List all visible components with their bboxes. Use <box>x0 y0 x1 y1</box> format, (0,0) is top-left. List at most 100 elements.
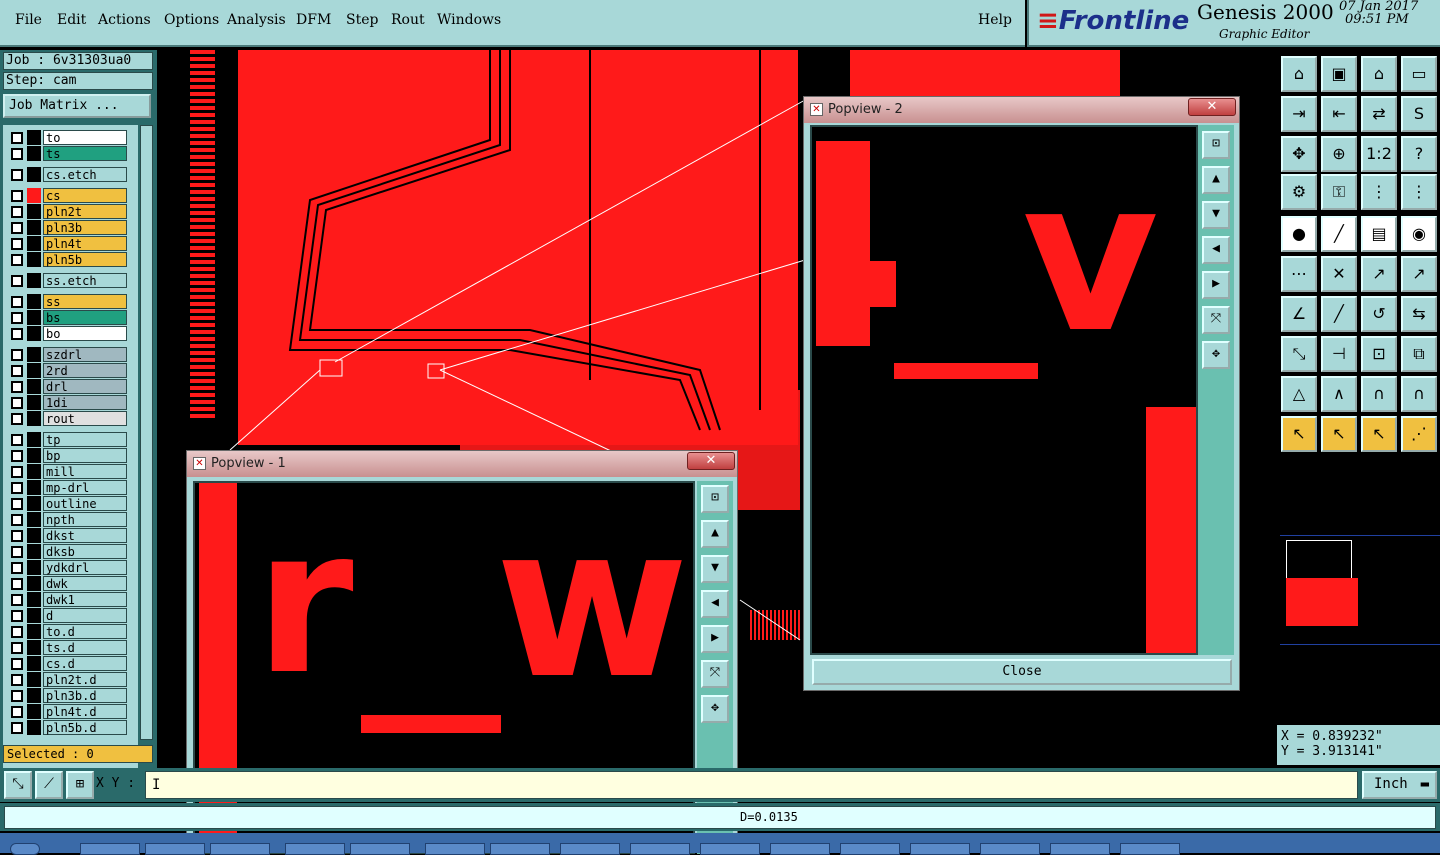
layer-checkbox[interactable] <box>11 206 23 218</box>
center-box-icon[interactable]: ⊡ <box>1361 336 1397 372</box>
split-icon[interactable]: ⊣ <box>1321 336 1357 372</box>
layer-name[interactable]: mp-drl <box>43 480 127 495</box>
pan-up-icon[interactable]: ▲ <box>1202 166 1230 194</box>
layer-row[interactable]: npth <box>7 512 128 527</box>
layer-row[interactable]: pln3b <box>7 220 128 235</box>
layer-row[interactable]: dwk <box>7 576 128 591</box>
pan-right-icon[interactable]: ▶ <box>1202 271 1230 299</box>
layer-name[interactable]: pln5b.d <box>43 720 127 735</box>
task-item[interactable] <box>145 843 205 855</box>
angle-icon[interactable]: ∠ <box>1281 296 1317 332</box>
layer-name[interactable]: cs <box>43 188 127 203</box>
layer-row[interactable]: szdrl <box>7 347 128 362</box>
pan-down-icon[interactable]: ▼ <box>701 555 729 583</box>
layer-row[interactable]: cs.etch <box>7 167 128 182</box>
layer-row[interactable]: outline <box>7 496 128 511</box>
layer-color-swatch[interactable] <box>27 688 41 703</box>
zoom-in-icon[interactable]: ⤧ <box>1202 306 1230 334</box>
menu-help[interactable]: Help <box>978 12 1012 28</box>
layer-color-swatch[interactable] <box>27 640 41 655</box>
layer-color-swatch[interactable] <box>27 411 41 426</box>
layer-color-swatch[interactable] <box>27 464 41 479</box>
copy-icon[interactable]: ↗ <box>1401 256 1437 292</box>
popview-2-close-button[interactable]: Close <box>812 659 1232 685</box>
layer-name[interactable]: outline <box>43 496 127 511</box>
layer-checkbox[interactable] <box>11 674 23 686</box>
layer-color-swatch[interactable] <box>27 294 41 309</box>
layer-row[interactable]: d <box>7 608 128 623</box>
layer-name[interactable]: pln3b <box>43 220 127 235</box>
pan-right-icon[interactable]: ▶ <box>701 625 729 653</box>
layer-name[interactable]: dwk1 <box>43 592 127 607</box>
layer-color-swatch[interactable] <box>27 146 41 161</box>
layer-color-swatch[interactable] <box>27 167 41 182</box>
layer-color-swatch[interactable] <box>27 704 41 719</box>
layer-color-swatch[interactable] <box>27 720 41 735</box>
task-item[interactable] <box>560 843 620 855</box>
layer-row[interactable]: bp <box>7 448 128 463</box>
layer-checkbox[interactable] <box>11 562 23 574</box>
center-icon[interactable]: ⊕ <box>1321 136 1357 172</box>
layer-color-swatch[interactable] <box>27 310 41 325</box>
layer-name[interactable]: bp <box>43 448 127 463</box>
layer-name[interactable]: d <box>43 608 127 623</box>
task-item[interactable] <box>425 843 485 855</box>
layer-name[interactable]: ss.etch <box>43 273 127 288</box>
menu-options[interactable]: Options <box>164 12 219 28</box>
popview-2-viewport[interactable]: v <box>810 125 1198 655</box>
layer-color-swatch[interactable] <box>27 363 41 378</box>
layer-row[interactable]: pln4t <box>7 236 128 251</box>
layer-row[interactable]: 2rd <box>7 363 128 378</box>
layer-row[interactable]: pln4t.d <box>7 704 128 719</box>
layer-color-swatch[interactable] <box>27 560 41 575</box>
layer-name[interactable]: rout <box>43 411 127 426</box>
layer-checkbox[interactable] <box>11 296 23 308</box>
layer-name[interactable]: pln4t <box>43 236 127 251</box>
xy-input[interactable]: I <box>145 771 1358 799</box>
net2-icon[interactable]: ⋮ <box>1401 174 1437 210</box>
connect-icon[interactable]: ⋯ <box>1281 256 1317 292</box>
pointer-circle-icon[interactable]: ↖ <box>1361 416 1397 452</box>
layer-name[interactable]: pln2t.d <box>43 672 127 687</box>
layer-name[interactable]: pln2t <box>43 204 127 219</box>
key-icon[interactable]: ⚿ <box>1321 174 1357 210</box>
popview-2-titlebar[interactable]: ✕ Popview - 2 <box>804 97 1239 123</box>
layer-row[interactable]: pln2t.d <box>7 672 128 687</box>
popview-1-close-icon[interactable]: ✕ <box>687 452 735 470</box>
layer-color-swatch[interactable] <box>27 496 41 511</box>
snap-icon[interactable]: ⤡ <box>4 771 32 799</box>
step-in-icon[interactable]: ⇥ <box>1281 96 1317 132</box>
layer-row[interactable]: ts.d <box>7 640 128 655</box>
layer-row[interactable]: mp-drl <box>7 480 128 495</box>
layer-checkbox[interactable] <box>11 578 23 590</box>
layer-checkbox[interactable] <box>11 132 23 144</box>
layer-checkbox[interactable] <box>11 722 23 734</box>
layer-checkbox[interactable] <box>11 658 23 670</box>
group-icon[interactable]: ⧉ <box>1401 336 1437 372</box>
menu-analysis[interactable]: Analysis <box>227 12 286 28</box>
dot-icon[interactable]: ◉ <box>1401 216 1437 252</box>
peak-icon[interactable]: ∧ <box>1321 376 1357 412</box>
pad-icon[interactable]: ● <box>1281 216 1317 252</box>
layer-name[interactable]: tp <box>43 432 127 447</box>
layer-color-swatch[interactable] <box>27 528 41 543</box>
task-item[interactable] <box>350 843 410 855</box>
layer-color-swatch[interactable] <box>27 512 41 527</box>
layer-color-swatch[interactable] <box>27 608 41 623</box>
layer-row[interactable]: pln3b.d <box>7 688 128 703</box>
start-button[interactable] <box>10 843 40 855</box>
ruler-icon[interactable]: ▤ <box>1361 216 1397 252</box>
layer-row[interactable]: pln2t <box>7 204 128 219</box>
layer-checkbox[interactable] <box>11 530 23 542</box>
layer-checkbox[interactable] <box>11 413 23 425</box>
layer-checkbox[interactable] <box>11 169 23 181</box>
layer-checkbox[interactable] <box>11 381 23 393</box>
layer-color-swatch[interactable] <box>27 252 41 267</box>
layer-name[interactable]: dwk <box>43 576 127 591</box>
layer-name[interactable]: bo <box>43 326 127 341</box>
layer-checkbox[interactable] <box>11 328 23 340</box>
arc-icon[interactable]: ↺ <box>1361 296 1397 332</box>
task-item[interactable] <box>840 843 900 855</box>
layer-name[interactable]: 2rd <box>43 363 127 378</box>
layer-row[interactable]: bs <box>7 310 128 325</box>
